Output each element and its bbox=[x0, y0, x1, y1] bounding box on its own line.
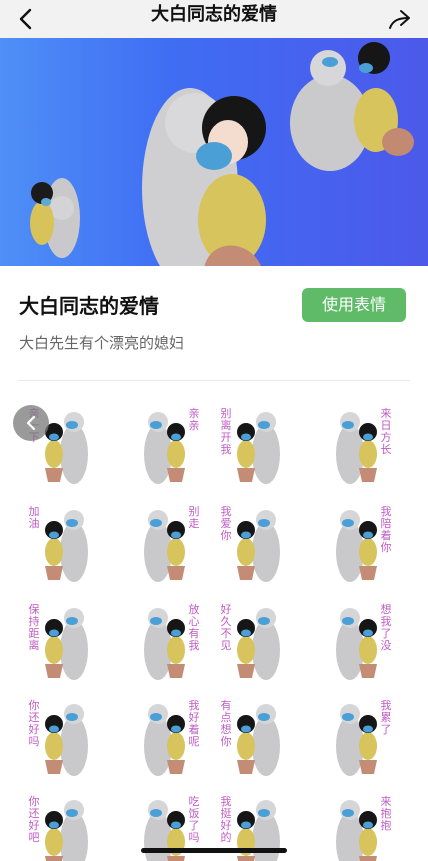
sticker-item[interactable]: 我爱你 bbox=[214, 500, 302, 588]
share-button[interactable] bbox=[384, 4, 414, 34]
banner-couple-right bbox=[290, 42, 414, 171]
sticker-item[interactable]: 加油 bbox=[22, 500, 110, 588]
pack-description: 大白先生有个漂亮的媳妇 bbox=[19, 334, 185, 352]
sticker-item[interactable]: 来日方长 bbox=[310, 402, 398, 490]
sticker-item[interactable]: 想我了没 bbox=[310, 598, 398, 686]
sticker-caption: 别离开我 bbox=[220, 407, 232, 456]
sticker-item[interactable]: 我陪着你 bbox=[310, 500, 398, 588]
sticker-item[interactable]: 亲亲 bbox=[118, 402, 206, 490]
banner-illustration bbox=[30, 42, 414, 266]
prev-button[interactable] bbox=[13, 405, 49, 441]
sticker-caption: 想我了没 bbox=[380, 603, 392, 652]
sticker-caption: 别走 bbox=[188, 505, 200, 530]
share-arrow-icon bbox=[389, 10, 410, 29]
sticker-caption: 好久不见 bbox=[220, 603, 232, 652]
sticker-caption: 来抱抱 bbox=[380, 795, 392, 832]
sticker-caption: 我爱你 bbox=[220, 505, 232, 542]
sticker-item[interactable]: 我累了 bbox=[310, 694, 398, 782]
divider bbox=[18, 380, 410, 381]
sticker-caption: 放心有我 bbox=[188, 603, 200, 652]
chevron-left-icon bbox=[26, 415, 36, 431]
sticker-item[interactable]: 保持距离 bbox=[22, 598, 110, 686]
sticker-item[interactable]: 放心有我 bbox=[118, 598, 206, 686]
page-title: 大白同志的爱情 bbox=[151, 4, 277, 25]
navigation-bar: 大白同志的爱情 bbox=[0, 0, 428, 38]
banner-couple-main bbox=[142, 88, 266, 266]
sticker-caption: 我好着呢 bbox=[188, 699, 200, 748]
sticker-caption: 来日方长 bbox=[380, 407, 392, 456]
sticker-item[interactable]: 你还好吗 bbox=[22, 694, 110, 782]
sticker-item[interactable]: 我好着呢 bbox=[118, 694, 206, 782]
sticker-item[interactable]: 好久不见 bbox=[214, 598, 302, 686]
sticker-grid: 亲一下亲亲别离开我来日方长加油别走我爱你我陪着你保持距离放心有我好久不见想我了没… bbox=[0, 392, 428, 861]
sticker-caption: 有点想你 bbox=[220, 699, 232, 748]
sticker-caption: 我累了 bbox=[380, 699, 392, 736]
sticker-item[interactable]: 来抱抱 bbox=[310, 790, 398, 861]
home-indicator bbox=[141, 848, 287, 853]
pack-info: 大白同志的爱情 大白先生有个漂亮的媳妇 使用表情 bbox=[0, 266, 428, 380]
banner-couple-small bbox=[30, 178, 80, 258]
use-sticker-button[interactable]: 使用表情 bbox=[302, 288, 406, 322]
sticker-caption: 吃饭了吗 bbox=[188, 795, 200, 844]
sticker-caption: 我陪着你 bbox=[380, 505, 392, 554]
sticker-caption: 亲亲 bbox=[188, 407, 200, 432]
pack-title: 大白同志的爱情 bbox=[19, 294, 159, 318]
sticker-item[interactable]: 别走 bbox=[118, 500, 206, 588]
sticker-caption: 加油 bbox=[28, 505, 40, 530]
pack-banner bbox=[0, 38, 428, 266]
sticker-item[interactable]: 你还好吧 bbox=[22, 790, 110, 861]
sticker-caption: 我挺好的 bbox=[220, 795, 232, 844]
sticker-item[interactable]: 有点想你 bbox=[214, 694, 302, 782]
sticker-caption: 你还好吗 bbox=[28, 699, 40, 748]
sticker-caption: 你还好吧 bbox=[28, 795, 40, 844]
sticker-item[interactable]: 别离开我 bbox=[214, 402, 302, 490]
sticker-caption: 保持距离 bbox=[28, 603, 40, 652]
